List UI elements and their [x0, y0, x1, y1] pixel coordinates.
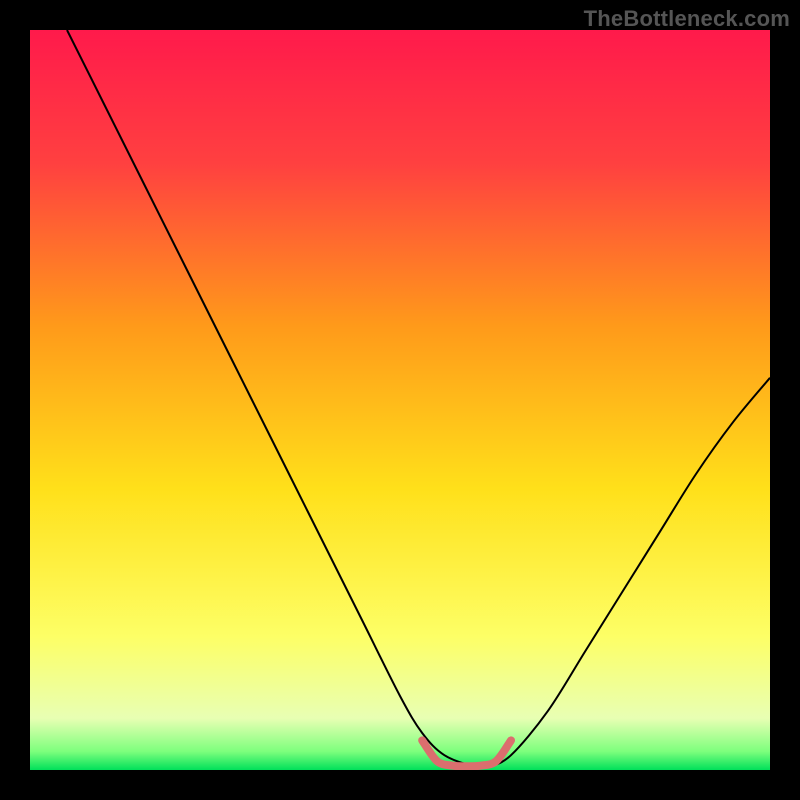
chart-frame: TheBottleneck.com: [0, 0, 800, 800]
bottleneck-chart: [30, 30, 770, 770]
watermark-text: TheBottleneck.com: [584, 6, 790, 32]
gradient-backdrop: [30, 30, 770, 770]
